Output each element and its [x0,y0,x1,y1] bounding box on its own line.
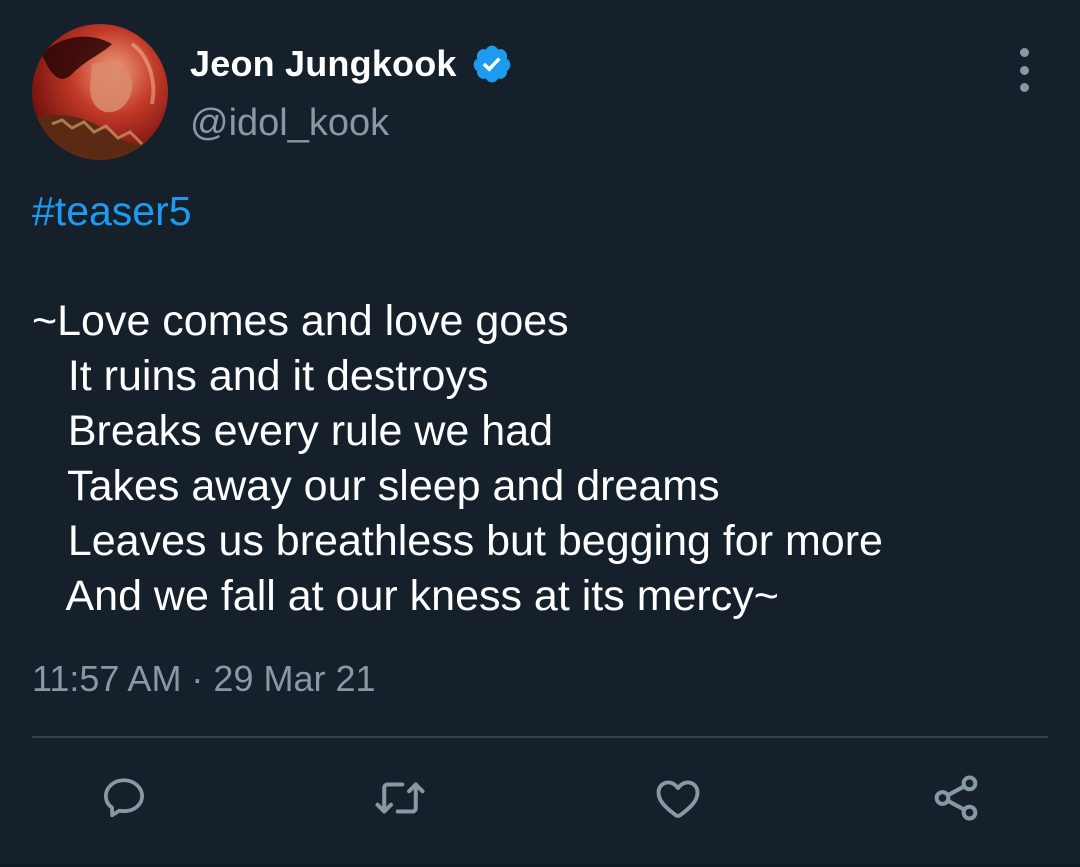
tweet-detail: Jeon Jungkook @idol_kook #teaser5 ~Love … [0,0,1080,867]
reply-button[interactable] [96,770,152,826]
hashtag-link[interactable]: #teaser5 [32,188,192,235]
author-name-row[interactable]: Jeon Jungkook [190,40,513,88]
share-icon [929,771,983,825]
share-button[interactable] [928,770,984,826]
user-handle[interactable]: @idol_kook [190,102,389,145]
heart-icon [652,772,704,824]
tweet-text: ~Love comes and love goes It ruins and i… [32,297,883,620]
retweet-icon [373,771,427,825]
reply-icon [99,773,149,823]
divider [32,736,1048,738]
display-name[interactable]: Jeon Jungkook [190,43,457,85]
avatar[interactable] [32,24,168,160]
like-button[interactable] [650,770,706,826]
retweet-button[interactable] [372,770,428,826]
tweet-timestamp[interactable]: 11:57 AM · 29 Mar 21 [32,658,376,700]
more-options-icon[interactable] [1004,48,1044,92]
avatar-image [32,36,168,160]
verified-badge-icon [471,43,513,85]
